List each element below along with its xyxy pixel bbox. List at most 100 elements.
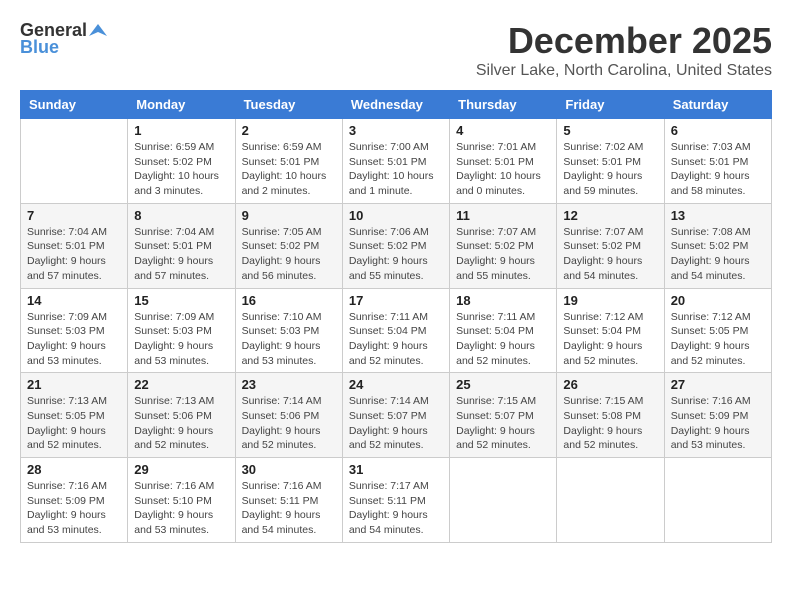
day-number: 30 (242, 462, 336, 477)
day-info: Sunrise: 7:03 AM Sunset: 5:01 PM Dayligh… (671, 140, 765, 199)
calendar-cell: 27Sunrise: 7:16 AM Sunset: 5:09 PM Dayli… (664, 373, 771, 458)
day-info: Sunrise: 7:10 AM Sunset: 5:03 PM Dayligh… (242, 310, 336, 369)
calendar-cell: 13 Sunrise: 7:08 AM Sunset: 5:02 PM Dayli… (664, 203, 771, 288)
day-info: Sunrise: 7:05 AM Sunset: 5:02 PM Dayligh… (242, 225, 336, 284)
weekday-header: Friday (557, 91, 664, 119)
day-number: 3 (349, 123, 443, 138)
day-number: 31 (349, 462, 443, 477)
calendar-title-section: December 2025 Silver Lake, North Carolin… (476, 20, 772, 80)
calendar-cell: 8 Sunrise: 7:04 AM Sunset: 5:01 PM Daylig… (128, 203, 235, 288)
calendar-week-row: 21 Sunrise: 7:13 AM Sunset: 5:05 PM Dayli… (21, 373, 772, 458)
day-number: 29 (134, 462, 228, 477)
logo-blue-text: Blue (20, 37, 59, 58)
calendar-cell (557, 458, 664, 543)
day-number: 28 (27, 462, 121, 477)
day-number: 25 (456, 377, 550, 392)
day-info: Sunrise: 7:13 AM Sunset: 5:05 PM Dayligh… (27, 394, 121, 453)
calendar-cell (21, 119, 128, 204)
calendar-cell: 17Sunrise: 7:11 AM Sunset: 5:04 PM Dayli… (342, 288, 449, 373)
calendar-week-row: 14 Sunrise: 7:09 AM Sunset: 5:03 PM Dayli… (21, 288, 772, 373)
calendar-cell: 19Sunrise: 7:12 AM Sunset: 5:04 PM Dayli… (557, 288, 664, 373)
day-info: Sunrise: 7:09 AM Sunset: 5:03 PM Dayligh… (134, 310, 228, 369)
day-info: Sunrise: 7:08 AM Sunset: 5:02 PM Dayligh… (671, 225, 765, 284)
calendar-cell: 31Sunrise: 7:17 AM Sunset: 5:11 PM Dayli… (342, 458, 449, 543)
day-number: 22 (134, 377, 228, 392)
day-number: 11 (456, 208, 550, 223)
calendar-header-row: SundayMondayTuesdayWednesdayThursdayFrid… (21, 91, 772, 119)
weekday-header: Saturday (664, 91, 771, 119)
day-number: 8 (134, 208, 228, 223)
day-number: 5 (563, 123, 657, 138)
day-number: 27 (671, 377, 765, 392)
day-number: 24 (349, 377, 443, 392)
calendar-cell: 15Sunrise: 7:09 AM Sunset: 5:03 PM Dayli… (128, 288, 235, 373)
day-info: Sunrise: 7:04 AM Sunset: 5:01 PM Dayligh… (134, 225, 228, 284)
logo: General Blue (20, 20, 107, 58)
day-number: 14 (27, 293, 121, 308)
day-info: Sunrise: 7:09 AM Sunset: 5:03 PM Dayligh… (27, 310, 121, 369)
day-number: 13 (671, 208, 765, 223)
day-info: Sunrise: 6:59 AM Sunset: 5:02 PM Dayligh… (134, 140, 228, 199)
calendar-cell: 4 Sunrise: 7:01 AM Sunset: 5:01 PM Daylig… (450, 119, 557, 204)
day-number: 2 (242, 123, 336, 138)
day-info: Sunrise: 7:02 AM Sunset: 5:01 PM Dayligh… (563, 140, 657, 199)
day-info: Sunrise: 7:12 AM Sunset: 5:04 PM Dayligh… (563, 310, 657, 369)
day-info: Sunrise: 7:15 AM Sunset: 5:07 PM Dayligh… (456, 394, 550, 453)
day-info: Sunrise: 7:16 AM Sunset: 5:10 PM Dayligh… (134, 479, 228, 538)
calendar-cell: 11Sunrise: 7:07 AM Sunset: 5:02 PM Dayli… (450, 203, 557, 288)
calendar-cell: 23 Sunrise: 7:14 AM Sunset: 5:06 PM Dayli… (235, 373, 342, 458)
day-number: 18 (456, 293, 550, 308)
calendar-week-row: 28 Sunrise: 7:16 AM Sunset: 5:09 PM Dayli… (21, 458, 772, 543)
calendar-cell: 20Sunrise: 7:12 AM Sunset: 5:05 PM Dayli… (664, 288, 771, 373)
day-info: Sunrise: 7:15 AM Sunset: 5:08 PM Dayligh… (563, 394, 657, 453)
calendar-table: SundayMondayTuesdayWednesdayThursdayFrid… (20, 90, 772, 543)
day-info: Sunrise: 7:04 AM Sunset: 5:01 PM Dayligh… (27, 225, 121, 284)
day-number: 23 (242, 377, 336, 392)
calendar-cell: 14 Sunrise: 7:09 AM Sunset: 5:03 PM Dayli… (21, 288, 128, 373)
calendar-cell: 5 Sunrise: 7:02 AM Sunset: 5:01 PM Daylig… (557, 119, 664, 204)
calendar-week-row: 1 Sunrise: 6:59 AM Sunset: 5:02 PM Daylig… (21, 119, 772, 204)
day-info: Sunrise: 7:11 AM Sunset: 5:04 PM Dayligh… (349, 310, 443, 369)
calendar-cell: 3 Sunrise: 7:00 AM Sunset: 5:01 PM Daylig… (342, 119, 449, 204)
day-number: 21 (27, 377, 121, 392)
calendar-cell: 12 Sunrise: 7:07 AM Sunset: 5:02 PM Dayli… (557, 203, 664, 288)
day-info: Sunrise: 7:14 AM Sunset: 5:06 PM Dayligh… (242, 394, 336, 453)
calendar-cell: 28 Sunrise: 7:16 AM Sunset: 5:09 PM Dayli… (21, 458, 128, 543)
day-number: 4 (456, 123, 550, 138)
calendar-cell (450, 458, 557, 543)
calendar-cell: 26 Sunrise: 7:15 AM Sunset: 5:08 PM Dayli… (557, 373, 664, 458)
day-info: Sunrise: 7:00 AM Sunset: 5:01 PM Dayligh… (349, 140, 443, 199)
calendar-cell: 25 Sunrise: 7:15 AM Sunset: 5:07 PM Dayli… (450, 373, 557, 458)
calendar-cell: 30 Sunrise: 7:16 AM Sunset: 5:11 PM Dayli… (235, 458, 342, 543)
day-info: Sunrise: 7:16 AM Sunset: 5:09 PM Dayligh… (27, 479, 121, 538)
day-info: Sunrise: 7:11 AM Sunset: 5:04 PM Dayligh… (456, 310, 550, 369)
calendar-cell: 9 Sunrise: 7:05 AM Sunset: 5:02 PM Daylig… (235, 203, 342, 288)
day-info: Sunrise: 7:01 AM Sunset: 5:01 PM Dayligh… (456, 140, 550, 199)
logo-bird-icon (89, 22, 107, 40)
day-number: 10 (349, 208, 443, 223)
day-info: Sunrise: 7:13 AM Sunset: 5:06 PM Dayligh… (134, 394, 228, 453)
weekday-header: Monday (128, 91, 235, 119)
day-number: 12 (563, 208, 657, 223)
day-info: Sunrise: 7:07 AM Sunset: 5:02 PM Dayligh… (563, 225, 657, 284)
calendar-cell: 16 Sunrise: 7:10 AM Sunset: 5:03 PM Dayli… (235, 288, 342, 373)
day-number: 7 (27, 208, 121, 223)
location-title: Silver Lake, North Carolina, United Stat… (476, 62, 772, 80)
calendar-cell: 24 Sunrise: 7:14 AM Sunset: 5:07 PM Dayli… (342, 373, 449, 458)
weekday-header: Sunday (21, 91, 128, 119)
calendar-week-row: 7 Sunrise: 7:04 AM Sunset: 5:01 PM Daylig… (21, 203, 772, 288)
calendar-cell: 29 Sunrise: 7:16 AM Sunset: 5:10 PM Dayli… (128, 458, 235, 543)
day-number: 9 (242, 208, 336, 223)
day-number: 16 (242, 293, 336, 308)
calendar-cell: 2Sunrise: 6:59 AM Sunset: 5:01 PM Daylig… (235, 119, 342, 204)
day-number: 1 (134, 123, 228, 138)
page-header: General Blue December 2025 Silver Lake, … (20, 20, 772, 80)
calendar-cell (664, 458, 771, 543)
calendar-cell: 10Sunrise: 7:06 AM Sunset: 5:02 PM Dayli… (342, 203, 449, 288)
day-number: 26 (563, 377, 657, 392)
day-info: Sunrise: 7:16 AM Sunset: 5:11 PM Dayligh… (242, 479, 336, 538)
day-info: Sunrise: 7:12 AM Sunset: 5:05 PM Dayligh… (671, 310, 765, 369)
calendar-cell: 18 Sunrise: 7:11 AM Sunset: 5:04 PM Dayli… (450, 288, 557, 373)
day-info: Sunrise: 7:14 AM Sunset: 5:07 PM Dayligh… (349, 394, 443, 453)
calendar-cell: 6Sunrise: 7:03 AM Sunset: 5:01 PM Daylig… (664, 119, 771, 204)
